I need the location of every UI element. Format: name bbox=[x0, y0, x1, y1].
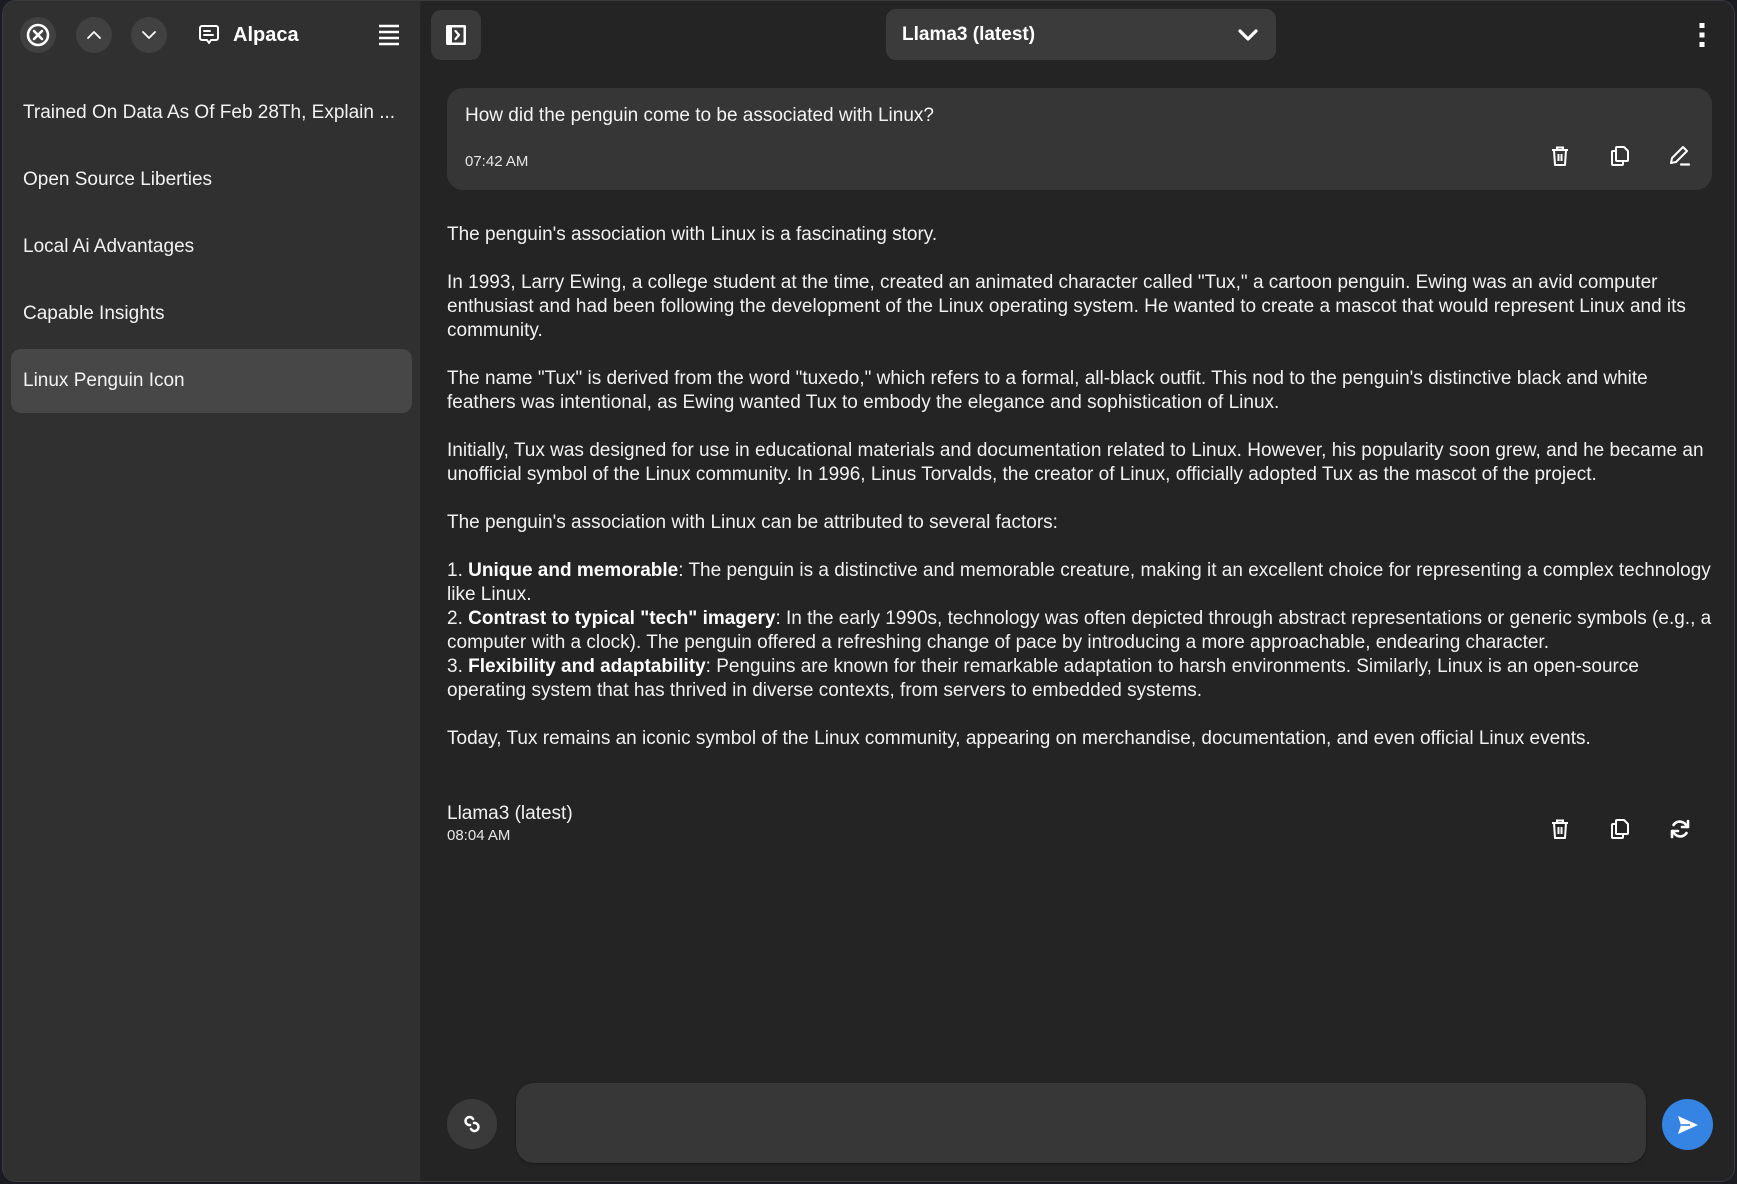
refresh-icon bbox=[1670, 819, 1690, 839]
main-header: Llama3 (latest) bbox=[421, 1, 1734, 69]
copy-message-button[interactable] bbox=[1602, 138, 1638, 174]
assistant-message-actions bbox=[1542, 811, 1698, 847]
model-selector-label: Llama3 (latest) bbox=[902, 23, 1036, 45]
link-icon bbox=[464, 1115, 480, 1133]
kebab-menu-icon bbox=[1699, 23, 1705, 47]
delete-message-button[interactable] bbox=[1542, 811, 1578, 847]
user-message-actions bbox=[1542, 138, 1698, 174]
chevron-up-icon bbox=[87, 31, 101, 39]
regenerate-message-button[interactable] bbox=[1662, 811, 1698, 847]
delete-message-button[interactable] bbox=[1542, 138, 1578, 174]
app-window: Alpaca Trained On Data As Of Feb 28Th, E… bbox=[2, 0, 1735, 1182]
user-message-text: How did the penguin come to be associate… bbox=[465, 105, 934, 126]
user-message: How did the penguin come to be associate… bbox=[447, 88, 1712, 190]
trash-icon bbox=[1552, 146, 1568, 166]
send-button[interactable] bbox=[1662, 1099, 1713, 1150]
close-button[interactable] bbox=[20, 17, 56, 53]
edit-message-button[interactable] bbox=[1662, 138, 1698, 174]
chat-item[interactable]: Trained On Data As Of Feb 28Th, Explain … bbox=[11, 81, 412, 145]
message-paragraph: In 1993, Larry Ewing, a college student … bbox=[447, 272, 1686, 341]
previous-button[interactable] bbox=[76, 17, 112, 53]
new-chat-button[interactable] bbox=[191, 17, 227, 53]
chevron-down-icon bbox=[142, 31, 156, 39]
chat-main: Llama3 (latest) How did the penguin come… bbox=[421, 1, 1734, 1181]
send-icon bbox=[1677, 1115, 1698, 1134]
factor-item: 2. Contrast to typical "tech" imagery: I… bbox=[447, 608, 1712, 653]
copy-icon bbox=[1611, 146, 1629, 166]
close-circle-icon bbox=[26, 23, 50, 47]
composer bbox=[421, 1061, 1734, 1181]
next-button[interactable] bbox=[131, 17, 167, 53]
assistant-model-name: Llama3 (latest) bbox=[447, 803, 573, 824]
main-menu-button[interactable] bbox=[371, 17, 407, 53]
sidebar-header: Alpaca bbox=[3, 1, 420, 69]
chat-item[interactable]: Capable Insights bbox=[11, 282, 412, 346]
hamburger-icon bbox=[379, 24, 399, 46]
assistant-message-time: 08:04 AM bbox=[447, 827, 511, 844]
message-paragraph: Initially, Tux was designed for use in e… bbox=[447, 440, 1704, 485]
chat-list: Trained On Data As Of Feb 28Th, Explain … bbox=[3, 69, 420, 416]
message-paragraph: The penguin's association with Linux can… bbox=[447, 512, 1058, 533]
sidebar-toggle-button[interactable] bbox=[431, 10, 481, 60]
model-selector[interactable]: Llama3 (latest) bbox=[886, 9, 1276, 60]
app-title: Alpaca bbox=[233, 24, 299, 46]
user-message-time: 07:42 AM bbox=[465, 153, 529, 170]
copy-message-button[interactable] bbox=[1602, 811, 1638, 847]
factor-item: 3. Flexibility and adaptability: Penguin… bbox=[447, 656, 1639, 701]
message-paragraph: Today, Tux remains an iconic symbol of t… bbox=[447, 728, 1591, 749]
more-options-button[interactable] bbox=[1684, 15, 1720, 55]
message-input[interactable] bbox=[516, 1083, 1646, 1163]
attach-button[interactable] bbox=[447, 1099, 497, 1149]
pencil-icon bbox=[1670, 146, 1691, 166]
message-paragraph: The penguin's association with Linux is … bbox=[447, 224, 938, 245]
sidebar: Alpaca Trained On Data As Of Feb 28Th, E… bbox=[3, 1, 421, 1181]
factor-list: 1. Unique and memorable: The penguin is … bbox=[447, 559, 1717, 703]
copy-icon bbox=[1611, 819, 1629, 839]
sidebar-toggle-icon bbox=[446, 25, 466, 45]
chat-item[interactable]: Open Source Liberties bbox=[11, 148, 412, 212]
chat-item[interactable]: Local Ai Advantages bbox=[11, 215, 412, 279]
assistant-message-meta: Llama3 (latest) 08:04 AM bbox=[447, 803, 573, 844]
chevron-down-icon bbox=[1238, 28, 1258, 41]
chat-bubble-icon bbox=[199, 25, 219, 44]
chat-item-active[interactable]: Linux Penguin Icon bbox=[11, 349, 412, 413]
message-paragraph: The name "Tux" is derived from the word … bbox=[447, 368, 1648, 413]
trash-icon bbox=[1552, 819, 1568, 839]
factor-item: 1. Unique and memorable: The penguin is … bbox=[447, 560, 1711, 605]
assistant-message: The penguin's association with Linux is … bbox=[447, 223, 1717, 775]
